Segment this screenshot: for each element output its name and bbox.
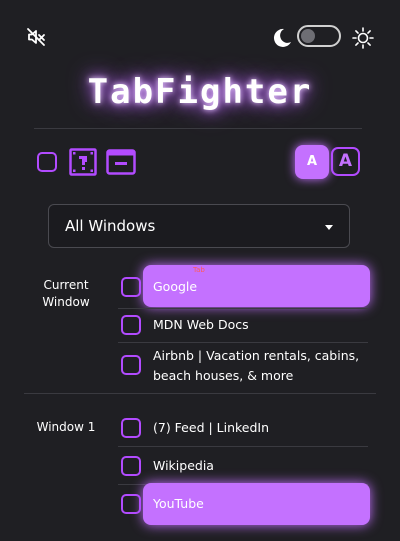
theme-toggle[interactable] <box>297 25 341 47</box>
window-filter-value: All Windows <box>65 217 156 235</box>
toggle-knob <box>301 29 315 43</box>
tab-checkbox[interactable] <box>121 355 141 375</box>
app-title: TabFighter <box>87 72 313 112</box>
volume-mute-icon[interactable] <box>26 27 46 47</box>
divider <box>34 128 362 129</box>
tab-title-line: Airbnb | Vacation rentals, cabins, <box>153 348 360 363</box>
group-divider <box>24 393 376 394</box>
group-label-current-window: Current Window <box>22 277 110 311</box>
tab-title-youtube[interactable]: YouTube <box>153 495 204 512</box>
tab-title-google[interactable]: Google <box>153 278 197 295</box>
tab-checkbox[interactable] <box>121 494 141 514</box>
tab-checkbox[interactable] <box>121 418 141 438</box>
group-label-window-1: Window 1 <box>36 420 96 434</box>
tab-checkbox[interactable] <box>121 456 141 476</box>
tooltip: Tab <box>193 266 205 274</box>
tab-checkbox[interactable] <box>121 315 141 335</box>
tab-title-airbnb[interactable]: Airbnb | Vacation rentals, cabins, beach… <box>153 347 368 384</box>
row-divider <box>118 342 368 343</box>
row-divider <box>118 308 368 309</box>
group-label-line: Current <box>43 278 89 292</box>
chevron-down-icon <box>325 225 333 230</box>
browser-window-icon[interactable] <box>106 149 136 175</box>
moon-icon <box>272 27 292 49</box>
tab-title-line: beach houses, & more <box>153 368 294 383</box>
sun-icon <box>352 27 374 49</box>
select-all-checkbox[interactable] <box>37 152 57 172</box>
row-divider <box>118 446 368 447</box>
tab-title-wikipedia[interactable]: Wikipedia <box>153 457 214 474</box>
question-block-icon[interactable] <box>69 148 97 176</box>
window-filter-select[interactable]: All Windows <box>48 204 350 248</box>
tab-title-linkedin[interactable]: (7) Feed | LinkedIn <box>153 419 269 436</box>
group-label-line: Window <box>42 295 90 309</box>
tab-checkbox[interactable] <box>121 277 141 297</box>
font-size-large-button[interactable]: A <box>331 147 360 176</box>
tab-title-mdn[interactable]: MDN Web Docs <box>153 316 249 333</box>
font-size-small-button[interactable]: A <box>295 145 329 179</box>
